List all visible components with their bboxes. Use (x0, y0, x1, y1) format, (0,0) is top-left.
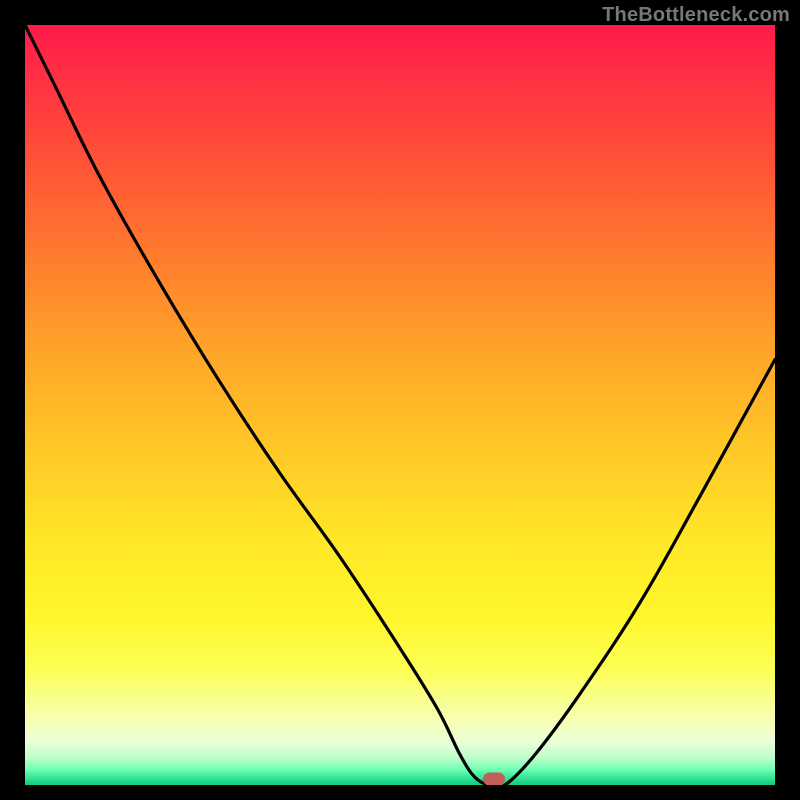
watermark-text: TheBottleneck.com (602, 4, 790, 27)
chart-frame: TheBottleneck.com (0, 0, 800, 800)
bottleneck-curve (25, 25, 775, 785)
plot-area (25, 25, 775, 785)
optimal-point-marker (483, 772, 505, 785)
